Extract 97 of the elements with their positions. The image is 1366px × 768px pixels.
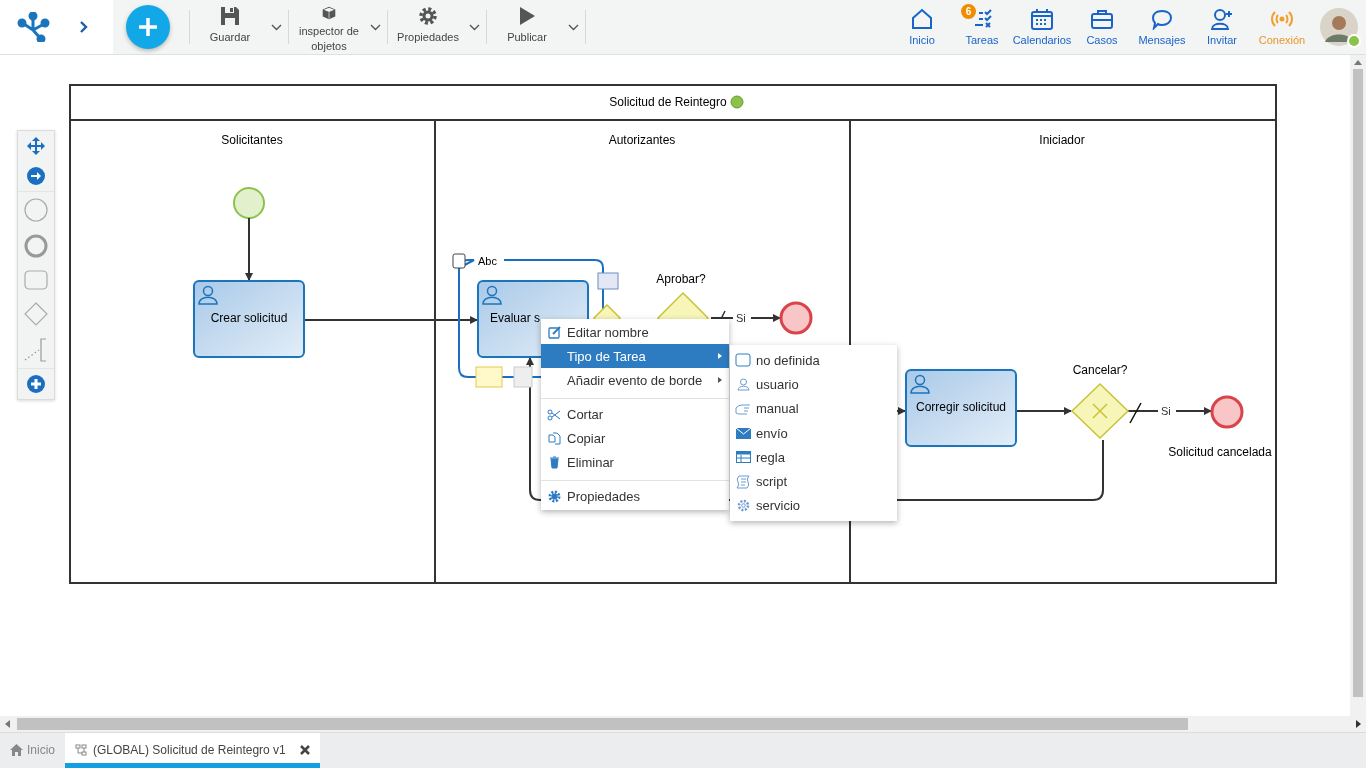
menu-item[interactable]: servicio (730, 493, 897, 519)
caret-icon[interactable] (469, 23, 480, 31)
annotation-label[interactable]: Abc (478, 255, 497, 267)
handle[interactable] (597, 272, 619, 290)
envelope-icon (735, 427, 751, 439)
menu-item[interactable]: Añadir evento de borde (541, 368, 729, 392)
toolbar-button[interactable]: inspector de objetos (289, 0, 369, 54)
menu-item[interactable]: Tipo de Tarea (541, 344, 729, 368)
nav-button[interactable]: Invitar (1192, 8, 1252, 46)
task[interactable] (905, 369, 1017, 447)
menu-item[interactable]: Copiar (541, 426, 729, 450)
handle[interactable] (513, 366, 533, 388)
task-label: Corregir solicitud (916, 400, 1006, 414)
square-icon (735, 353, 751, 368)
close-icon[interactable] (299, 744, 310, 755)
user-icon (910, 374, 930, 394)
sequence-flow (1175, 407, 1212, 415)
menu-item[interactable]: Editar nombre (541, 320, 729, 344)
menu-item[interactable]: envío (730, 420, 897, 446)
caret-icon[interactable] (370, 23, 381, 31)
nav-button[interactable]: Calendarios (1012, 8, 1072, 46)
count-badge: 6 (961, 4, 976, 19)
menu-item[interactable]: Propiedades (541, 480, 729, 508)
status-dot (730, 95, 744, 109)
table-icon (735, 451, 751, 464)
vertical-scrollbar[interactable] (1350, 55, 1366, 716)
gateway-label: Cancelar? (1072, 363, 1128, 377)
nav-button[interactable]: Casos (1072, 8, 1132, 46)
task[interactable] (193, 280, 305, 358)
user-icon (482, 285, 502, 305)
task-label: Crear solicitud (210, 311, 288, 325)
connect-icon[interactable] (27, 167, 45, 185)
plus-icon (138, 17, 158, 37)
logo-icon[interactable] (16, 12, 50, 42)
flow-label: Si (736, 312, 746, 324)
home-icon (910, 8, 934, 30)
menu-item[interactable]: regla (730, 445, 897, 470)
chevron-right-icon[interactable] (80, 21, 88, 33)
nav-button[interactable]: Mensajes (1132, 8, 1192, 46)
nav-button[interactable]: Inicio (892, 8, 952, 46)
toolbar-button[interactable]: Propiedades (388, 0, 468, 54)
scroll-icon (736, 474, 750, 489)
gear-icon (547, 490, 561, 503)
copy-icon (547, 431, 561, 445)
pool-title: Solicitud de Reintegro (609, 95, 727, 109)
edit-icon (547, 325, 561, 339)
end-event (779, 301, 813, 335)
menu-item[interactable]: no definida (730, 348, 897, 373)
menu-item[interactable]: script (730, 469, 897, 494)
submenu-arrow-icon (718, 377, 722, 383)
end-event (1210, 395, 1244, 429)
start-event-icon[interactable] (24, 198, 48, 222)
tab[interactable]: (GLOBAL) Solicitud de Reintegro v1 (65, 732, 320, 768)
handle[interactable] (475, 366, 503, 388)
hand-icon (735, 402, 751, 415)
scroll-right-icon[interactable] (1356, 719, 1361, 728)
submenu-arrow-icon (718, 353, 722, 359)
user-icon (736, 377, 750, 391)
caret-icon[interactable] (568, 23, 579, 31)
sequence-flow (750, 314, 781, 322)
gear-icon (736, 499, 750, 513)
calendar-icon (1030, 8, 1054, 30)
event-label: Solicitud cancelada (1168, 445, 1272, 459)
menu-item[interactable]: Cortar (541, 398, 729, 426)
sequence-flow (245, 217, 253, 281)
gear-icon (418, 6, 438, 26)
scroll-left-icon[interactable] (5, 719, 10, 728)
add-icon[interactable] (27, 375, 45, 393)
caret-icon[interactable] (271, 23, 282, 31)
play-icon (518, 6, 536, 26)
task-label: Evaluar s (490, 311, 541, 325)
move-icon[interactable] (27, 137, 45, 155)
toolbar-button[interactable]: Guardar (190, 0, 270, 54)
menu-item[interactable]: manual (730, 396, 897, 421)
menu-item[interactable]: Eliminar (541, 450, 729, 474)
menu-item[interactable]: usuario (730, 372, 897, 397)
create-button[interactable] (126, 5, 170, 49)
gateway-label: Aprobar? (656, 272, 706, 286)
briefcase-icon (1090, 8, 1114, 30)
end-event-icon[interactable] (24, 234, 48, 258)
default-flow-mark (1129, 402, 1142, 424)
user-plus-icon (1210, 8, 1234, 30)
user-icon (198, 285, 218, 305)
lane-title: Solicitantes (221, 133, 283, 147)
chat-bubble-icon (1150, 8, 1174, 30)
scroll-up-icon[interactable] (1354, 60, 1362, 65)
toolbar-button[interactable]: Publicar (487, 0, 567, 54)
avatar[interactable] (1320, 8, 1358, 46)
lane-title: Autorizantes (608, 133, 676, 147)
start-event (233, 187, 265, 219)
lane-title: Iniciador (1039, 133, 1085, 147)
scissors-icon (547, 408, 561, 421)
horizontal-scrollbar[interactable] (0, 716, 1366, 732)
flow-label: Si (1161, 405, 1171, 417)
home-icon (10, 744, 23, 757)
diagram-icon (75, 743, 87, 756)
exclusive-gateway (1071, 383, 1130, 440)
